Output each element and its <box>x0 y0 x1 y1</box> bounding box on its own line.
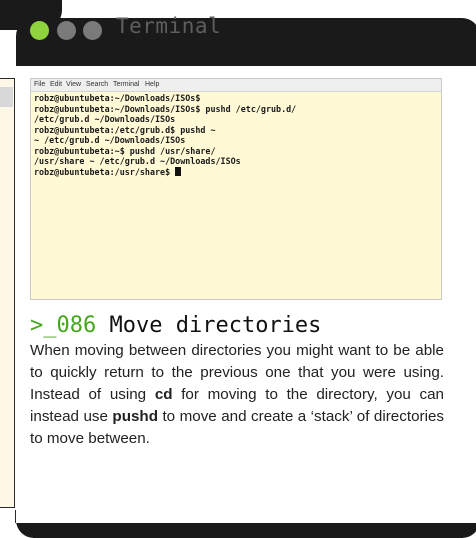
terminal-screenshot: File Edit View Search Terminal Help robz… <box>30 78 442 300</box>
adjacent-panel-edge <box>0 510 16 523</box>
terminal-line: robz@ubuntubeta:~/Downloads/ISOs$ <box>34 93 201 103</box>
menu-item-edit[interactable]: Edit <box>50 81 62 88</box>
window-dot-green[interactable] <box>30 21 49 40</box>
terminal-line: ~ /etc/grub.d ~/Downloads/ISOs <box>34 135 186 145</box>
window-dot-grey[interactable] <box>57 21 76 40</box>
menu-item-search[interactable]: Search <box>86 81 108 88</box>
terminal-line: robz@ubuntubeta:/etc/grub.d$ pushd ~ <box>34 124 216 135</box>
menu-item-help[interactable]: Help <box>145 81 159 88</box>
terminal-line: /etc/grub.d ~/Downloads/ISOs <box>34 114 176 124</box>
adjacent-panel-fragment <box>0 78 15 508</box>
heading-title: Move directories <box>109 313 322 338</box>
terminal-prompt: robz@ubuntubeta:/usr/share$ <box>34 166 176 177</box>
terminal-line: robz@ubuntubeta:~/Downloads/ISOs$ pushd … <box>34 103 297 114</box>
article-body: When moving between directories you migh… <box>30 340 444 450</box>
terminal-line: robz@ubuntubeta:~$ pushd /usr/share/ <box>34 145 216 156</box>
menu-item-file[interactable]: File <box>34 81 45 88</box>
inline-command-cd: cd <box>154 386 173 403</box>
terminal-prompt-line: robz@ubuntubeta:/usr/share$ <box>34 166 296 178</box>
heading-number: 086 <box>56 313 97 338</box>
terminal-line: /usr/share ~ /etc/grub.d ~/Downloads/ISO… <box>34 156 241 166</box>
terminal-output[interactable]: robz@ubuntubeta:~/Downloads/ISOs$ robz@ub… <box>34 93 296 177</box>
adjacent-panel-bar <box>0 87 13 107</box>
window-title: Terminal <box>116 14 222 38</box>
heading-prefix: >_ <box>30 313 57 338</box>
window-dot-grey[interactable] <box>83 21 102 40</box>
inline-command-pushd: pushd <box>112 408 158 425</box>
menu-item-view[interactable]: View <box>66 81 81 88</box>
section-heading: >_086 Move directories <box>30 313 321 338</box>
terminal-menu-bar: File Edit View Search Terminal Help <box>31 79 441 92</box>
terminal-cursor <box>175 166 182 176</box>
menu-item-terminal[interactable]: Terminal <box>113 81 139 88</box>
